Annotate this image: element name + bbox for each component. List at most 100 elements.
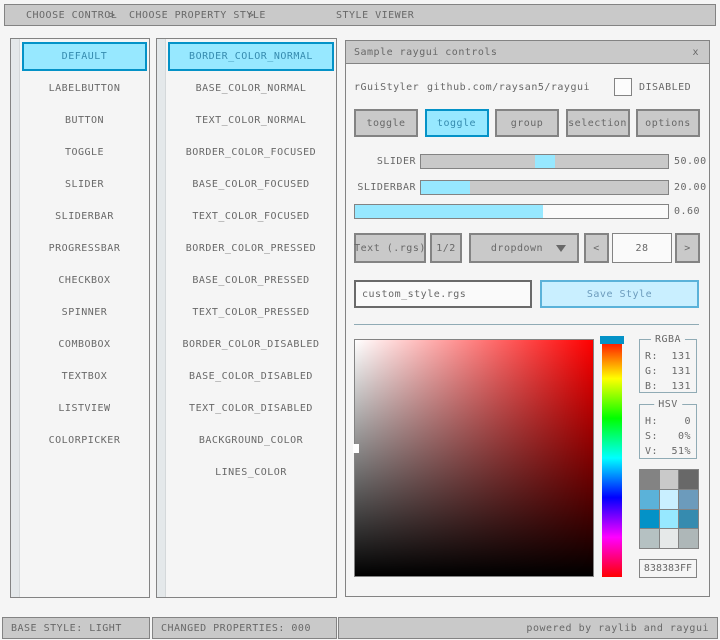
slider-value: 50.00 <box>674 156 707 167</box>
hsv-row-h: H: 0 <box>640 414 696 429</box>
toggle-group-item[interactable]: selection <box>566 109 630 137</box>
hsv-row-v: V: 51% <box>640 444 696 459</box>
properties-list-item[interactable]: BACKGROUND_COLOR <box>168 426 334 455</box>
sliderbar[interactable] <box>420 180 669 195</box>
controls-list-item[interactable]: PROGRESSBAR <box>22 234 147 263</box>
slider-knob[interactable] <box>535 155 555 168</box>
properties-list-item[interactable]: BASE_COLOR_PRESSED <box>168 266 334 295</box>
properties-list-item[interactable]: BASE_COLOR_FOCUSED <box>168 170 334 199</box>
properties-list: BORDER_COLOR_NORMAL BASE_COLOR_NORMAL TEXT… <box>168 42 334 490</box>
properties-list-item[interactable]: BASE_COLOR_DISABLED <box>168 362 334 391</box>
toggle-group-item[interactable]: options <box>636 109 700 137</box>
rgba-row-b: B: 131 <box>640 379 696 394</box>
hsv-groupbox: HSV H: 0 S: 0% V: 51% <box>639 404 697 459</box>
controls-list-item[interactable]: COMBOBOX <box>22 330 147 359</box>
close-icon[interactable]: x <box>692 47 699 58</box>
rgba-title: RGBA <box>651 334 685 345</box>
repo-link[interactable]: github.com/raysan5/raygui <box>427 82 590 93</box>
controls-list-item[interactable]: SPINNER <box>22 298 147 327</box>
half-toggle-button[interactable]: 1/2 <box>430 233 462 263</box>
chevron-right-icon: > <box>109 10 116 21</box>
chevron-right-icon: > <box>248 10 255 21</box>
toggle-group-item[interactable]: group <box>495 109 559 137</box>
hue-bar-selector[interactable] <box>600 336 624 344</box>
color-swatch[interactable] <box>660 490 679 509</box>
text-rgs-button[interactable]: Text (.rgs) <box>354 233 426 263</box>
disabled-checkbox[interactable] <box>614 78 632 96</box>
g-value: 131 <box>671 366 691 377</box>
controls-list-item[interactable]: SLIDER <box>22 170 147 199</box>
style-color-swatches <box>639 469 699 549</box>
controls-list-scrollbar[interactable] <box>11 39 20 597</box>
breadcrumb: CHOOSE CONTROL > CHOOSE PROPERTY STYLE >… <box>4 4 716 26</box>
progressbar-fill <box>355 205 543 218</box>
controls-list-item[interactable]: DEFAULT <box>22 42 147 71</box>
v-label: V: <box>645 446 658 457</box>
breadcrumb-choose-property: CHOOSE PROPERTY STYLE <box>129 10 266 21</box>
color-swatch[interactable] <box>640 490 659 509</box>
v-value: 51% <box>671 446 691 457</box>
properties-list-item[interactable]: TEXT_COLOR_DISABLED <box>168 394 334 423</box>
color-swatch[interactable] <box>679 529 698 548</box>
color-swatch[interactable] <box>660 510 679 529</box>
properties-list-item[interactable]: TEXT_COLOR_NORMAL <box>168 106 334 135</box>
color-picker-marker[interactable] <box>353 444 359 453</box>
sample-controls-window: Sample raygui controls x rGuiStyler gith… <box>345 40 710 597</box>
color-picker-area[interactable] <box>354 339 594 577</box>
color-swatch[interactable] <box>660 470 679 489</box>
properties-list-item[interactable]: BORDER_COLOR_DISABLED <box>168 330 334 359</box>
properties-list-item[interactable]: BORDER_COLOR_NORMAL <box>168 42 334 71</box>
rgba-row-r: R: 131 <box>640 349 696 364</box>
h-value: 0 <box>684 416 691 427</box>
color-swatch[interactable] <box>660 529 679 548</box>
save-style-button[interactable]: Save Style <box>540 280 699 308</box>
status-base-style: BASE STYLE: LIGHT <box>2 617 150 639</box>
properties-list-item[interactable]: TEXT_COLOR_PRESSED <box>168 298 334 327</box>
color-swatch[interactable] <box>679 510 698 529</box>
b-value: 131 <box>671 381 691 392</box>
toggle-group-item[interactable]: toggle <box>354 109 418 137</box>
properties-list-item[interactable]: BASE_COLOR_NORMAL <box>168 74 334 103</box>
color-swatch[interactable] <box>679 470 698 489</box>
color-swatch[interactable] <box>640 529 659 548</box>
controls-list-item[interactable]: TEXTBOX <box>22 362 147 391</box>
rgba-row-g: G: 131 <box>640 364 696 379</box>
properties-list-item[interactable]: BORDER_COLOR_PRESSED <box>168 234 334 263</box>
window-titlebar[interactable]: Sample raygui controls x <box>346 41 709 64</box>
controls-list-item[interactable]: SLIDERBAR <box>22 202 147 231</box>
properties-list-item[interactable]: LINES_COLOR <box>168 458 334 487</box>
dropdown-label: dropdown <box>491 243 543 254</box>
slider[interactable] <box>420 154 669 169</box>
spinner-decrease-button[interactable]: < <box>584 233 609 263</box>
properties-list-item[interactable]: TEXT_COLOR_FOCUSED <box>168 202 334 231</box>
controls-list-item[interactable]: COLORPICKER <box>22 426 147 455</box>
color-swatch[interactable] <box>640 470 659 489</box>
dropdown-combobox[interactable]: dropdown <box>469 233 579 263</box>
toggle-group: toggletogglegroupselectionoptions <box>354 109 700 137</box>
controls-list-panel: DEFAULT LABELBUTTON BUTTON TOGGLE SLIDER SLID… <box>10 38 150 598</box>
style-filename-input[interactable]: custom_style.rgs <box>354 280 532 308</box>
properties-list-scrollbar[interactable] <box>157 39 166 597</box>
hue-bar[interactable] <box>602 339 622 577</box>
controls-list-item[interactable]: CHECKBOX <box>22 266 147 295</box>
color-swatch[interactable] <box>640 510 659 529</box>
spinner-value-box[interactable]: 28 <box>612 233 672 263</box>
properties-list-item[interactable]: BORDER_COLOR_FOCUSED <box>168 138 334 167</box>
r-label: R: <box>645 351 658 362</box>
controls-list-item[interactable]: BUTTON <box>22 106 147 135</box>
spinner-increase-button[interactable]: > <box>675 233 700 263</box>
rguistyler-app: CHOOSE CONTROL > CHOOSE PROPERTY STYLE >… <box>0 0 720 640</box>
window-title: Sample raygui controls <box>354 47 497 58</box>
s-label: S: <box>645 431 658 442</box>
hsv-row-s: S: 0% <box>640 429 696 444</box>
divider-line <box>354 324 699 325</box>
controls-list-item[interactable]: TOGGLE <box>22 138 147 167</box>
hsv-title: HSV <box>654 399 682 410</box>
r-value: 131 <box>671 351 691 362</box>
controls-list-item[interactable]: LABELBUTTON <box>22 74 147 103</box>
color-swatch[interactable] <box>679 490 698 509</box>
properties-list-panel: BORDER_COLOR_NORMAL BASE_COLOR_NORMAL TEXT… <box>156 38 337 598</box>
toggle-group-item[interactable]: toggle <box>425 109 489 137</box>
controls-list-item[interactable]: LISTVIEW <box>22 394 147 423</box>
hex-color-input[interactable]: 838383FF <box>639 559 697 578</box>
